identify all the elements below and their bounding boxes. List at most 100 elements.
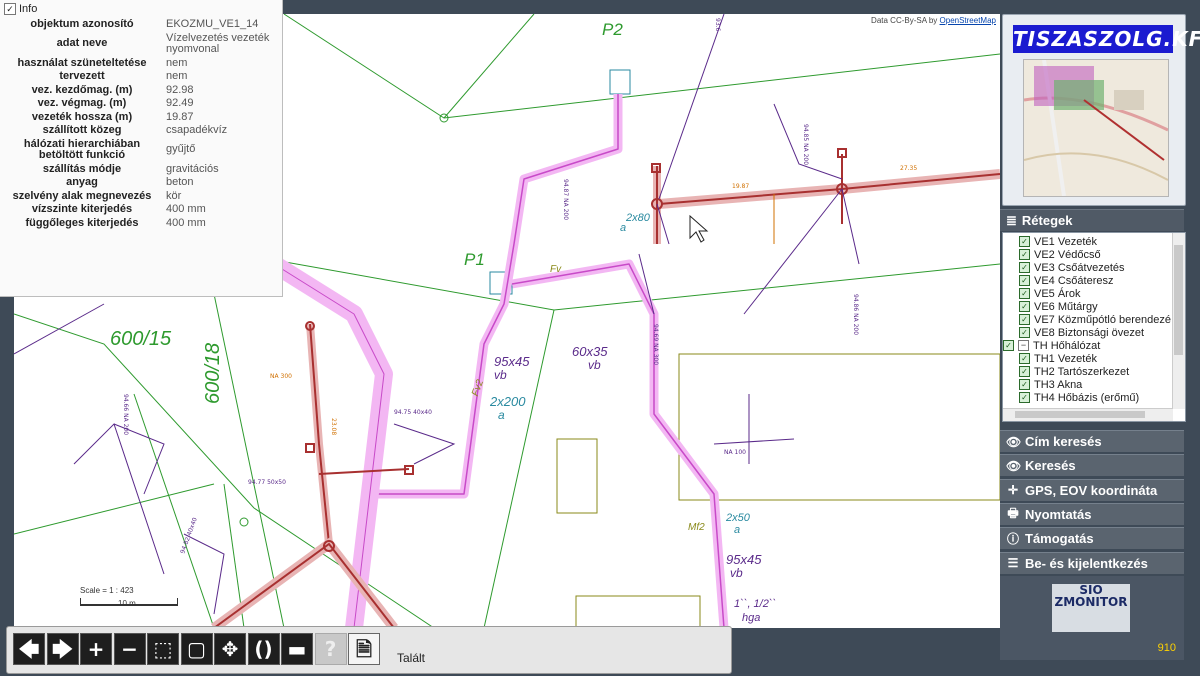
info-row: tervezett nem (0, 70, 282, 84)
map-label-vb2: vb (588, 358, 601, 372)
measure-button[interactable]: ▬ (281, 633, 313, 665)
map-label-95x45-b: 95x45 (726, 552, 762, 567)
layer-item[interactable]: ✓ VE6 Műtárgy (1005, 300, 1173, 313)
layer-checkbox[interactable]: ✓ (1019, 301, 1030, 312)
info-row: függőleges kiterjedés 400 mm (0, 217, 282, 231)
back-arrow-button[interactable]: 🡄 (13, 633, 45, 665)
menu-button[interactable]: ☰ Be- és kijelentkezés (1000, 551, 1184, 574)
pan-button[interactable]: ✥ (214, 633, 246, 665)
info-row-value: kör (166, 189, 182, 202)
info-row-key: adat neve (56, 37, 108, 50)
menu-button-label: Be- és kijelentkezés (1025, 555, 1148, 571)
layers-horizontal-scrollbar[interactable] (1003, 408, 1173, 421)
crosshair-icon: ✛ (1007, 483, 1019, 498)
info-row: használat szüneteltetése nem (0, 57, 282, 71)
info-row: szállított közeg csapadékvíz (0, 124, 282, 138)
info-checkbox[interactable]: ✓ (4, 3, 16, 15)
info-row: vez. végmag. (m) 92.49 (0, 97, 282, 111)
layer-checkbox[interactable]: ✓ (1019, 353, 1030, 364)
full-extent-button[interactable]: ▢ (180, 633, 213, 665)
printer-icon: 🖶 (1007, 505, 1019, 520)
svg-text:93.6: 93.6 (714, 18, 721, 32)
login-icon: ☰ (1007, 556, 1019, 570)
map-label-60x35: 60x35 (572, 344, 608, 359)
osm-link[interactable]: OpenStreetMap (940, 16, 996, 25)
layer-item[interactable]: ✓ TH1 Vezeték (1005, 352, 1173, 365)
svg-text:94.86 NA 200: 94.86 NA 200 (852, 294, 859, 335)
info-row: hálózati hierarchiában betöltött funkció… (0, 138, 282, 163)
info-row-key: vez. végmag. (m) (37, 97, 127, 109)
info-row-value: Vízelvezetés vezeték nyomvonal (166, 31, 270, 55)
layers-header[interactable]: ≣ Rétegek (1000, 209, 1184, 231)
map-label-2x80: 2x80 (626, 212, 650, 224)
info-row-value: nem (166, 56, 188, 69)
layer-item[interactable]: ✓ TH2 Tartószerkezet (1005, 365, 1173, 378)
layer-item[interactable]: ✓ VE3 Csőátvezetés (1005, 261, 1173, 274)
layer-item[interactable]: ✓ VE8 Biztonsági övezet (1005, 326, 1173, 339)
info-row-value: nem (166, 70, 188, 82)
layer-checkbox[interactable]: ✓ (1019, 314, 1030, 325)
info-row: anyag beton (0, 176, 282, 190)
layer-item[interactable]: ✓ VE5 Árok (1005, 287, 1173, 300)
layer-checkbox[interactable]: ✓ (1019, 366, 1030, 377)
layer-item[interactable]: ✓ VE4 Csőáteresz (1005, 274, 1173, 287)
layer-checkbox[interactable]: ✓ (1019, 288, 1030, 299)
collapse-icon[interactable]: − (1018, 340, 1029, 351)
zoom-in-button[interactable]: + (80, 633, 112, 665)
menu-button[interactable]: ✛ GPS, EOV koordináta (1000, 478, 1184, 501)
eye-icon: 👁 (1006, 458, 1022, 473)
overview-map-drawing (1024, 60, 1168, 196)
refresh-button[interactable]: () (247, 633, 280, 665)
layer-item[interactable]: ✓ TH3 Akna (1005, 378, 1173, 391)
map-attribution: Data CC-By-SA by OpenStreetMap (871, 16, 996, 25)
layer-label: TH4 Hőbázis (erőmű) (1034, 391, 1140, 404)
layer-item[interactable]: ✓ VE7 Közműpótló berendezé (1005, 313, 1173, 326)
layer-checkbox[interactable]: ✓ (1003, 340, 1014, 351)
menu-button-label: GPS, EOV koordináta (1025, 482, 1158, 498)
document-button[interactable]: 🗎 (348, 633, 380, 665)
menu-button-label: Cím keresés (1025, 434, 1102, 449)
layer-item[interactable]: ✓ TH4 Hőbázis (erőmű) (1005, 391, 1173, 404)
overview-map[interactable] (1023, 59, 1169, 197)
info-row-key: szelvény alak megnevezés (12, 189, 152, 202)
layer-label: TH2 Tartószerkezet (1034, 365, 1130, 378)
layers-list: ✓ VE1 Vezeték ✓ VE2 Védőcső ✓ VE3 Csőátvezeté… (1002, 232, 1186, 422)
map-label-a2: a (498, 408, 505, 422)
info-row-value: gravitációs (166, 162, 219, 175)
layers-vertical-scroll-thumb[interactable] (1174, 245, 1183, 355)
map-toolbar: 🡄 🡆 + − ⬚ ▢ ✥() ▬? 🗎 Talált (6, 626, 732, 674)
map-label-p1: P1 (464, 250, 485, 269)
layer-item[interactable]: ✓ VE1 Vezeték (1005, 235, 1173, 248)
layer-checkbox[interactable]: ✓ (1019, 327, 1030, 338)
layers-vertical-scrollbar[interactable] (1172, 233, 1185, 409)
menu-button[interactable]: ⓘ Támogatás (1000, 527, 1184, 550)
svg-text:NA 300: NA 300 (270, 373, 292, 380)
menu-button[interactable]: 👁 Keresés (1000, 454, 1184, 477)
layer-label: VE2 Védőcső (1034, 248, 1101, 261)
forward-arrow-button[interactable]: 🡆 (46, 633, 79, 665)
map-label-a1: a (620, 222, 627, 234)
map-scale-text: Scale = 1 : 423 (80, 586, 134, 595)
layer-checkbox[interactable]: ✓ (1019, 275, 1030, 286)
zoom-box-button[interactable]: ⬚ (147, 633, 179, 665)
layer-checkbox[interactable]: ✓ (1019, 249, 1030, 260)
layer-label: VE7 Közműpótló berendezé (1034, 313, 1171, 326)
layer-checkbox[interactable]: ✓ (1019, 379, 1030, 390)
map-label-hga-size: 1``, 1/2`` (734, 598, 777, 610)
map-label-p2: P2 (602, 20, 623, 39)
layer-checkbox[interactable]: ✓ (1019, 236, 1030, 247)
info-row-value: 400 mm (166, 203, 206, 215)
info-title: Info (19, 3, 38, 15)
zoom-out-button[interactable]: − (113, 633, 146, 665)
layer-checkbox[interactable]: ✓ (1019, 392, 1030, 403)
layer-item[interactable]: ✓ VE2 Védőcső (1005, 248, 1173, 261)
info-panel: ✓ Info objektum azonosító EKOZMU_VE1_14 ad… (0, 0, 283, 297)
menu-button[interactable]: 🖶 Nyomtatás (1000, 502, 1184, 525)
map-label-hga: hga (742, 612, 761, 624)
layer-item[interactable]: ✓ − TH Hőhálózat (1003, 339, 1173, 352)
menu-button[interactable]: 👁 Cím keresés (1000, 430, 1184, 452)
map-label-2x200: 2x200 (490, 394, 526, 409)
layers-horizontal-scroll-thumb[interactable] (1015, 411, 1145, 418)
svg-text:94.85 NA 200: 94.85 NA 200 (802, 124, 809, 165)
layer-checkbox[interactable]: ✓ (1019, 262, 1030, 273)
